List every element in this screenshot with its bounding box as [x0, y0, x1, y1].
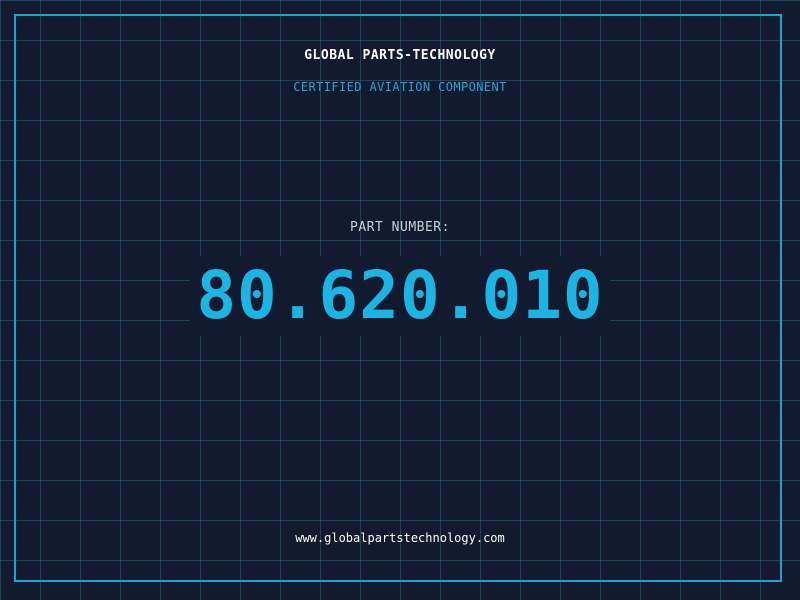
part-number-value: 80.620.010 — [190, 256, 610, 336]
tagline: CERTIFIED AVIATION COMPONENT — [293, 80, 507, 94]
part-number-container: 80.620.010 — [0, 256, 800, 336]
company-name: GLOBAL PARTS-TECHNOLOGY — [304, 48, 496, 63]
part-number-label: PART NUMBER: — [350, 220, 450, 235]
label-card: GLOBAL PARTS-TECHNOLOGY CERTIFIED AVIATI… — [0, 0, 800, 600]
website-url: www.globalpartstechnology.com — [295, 531, 505, 545]
